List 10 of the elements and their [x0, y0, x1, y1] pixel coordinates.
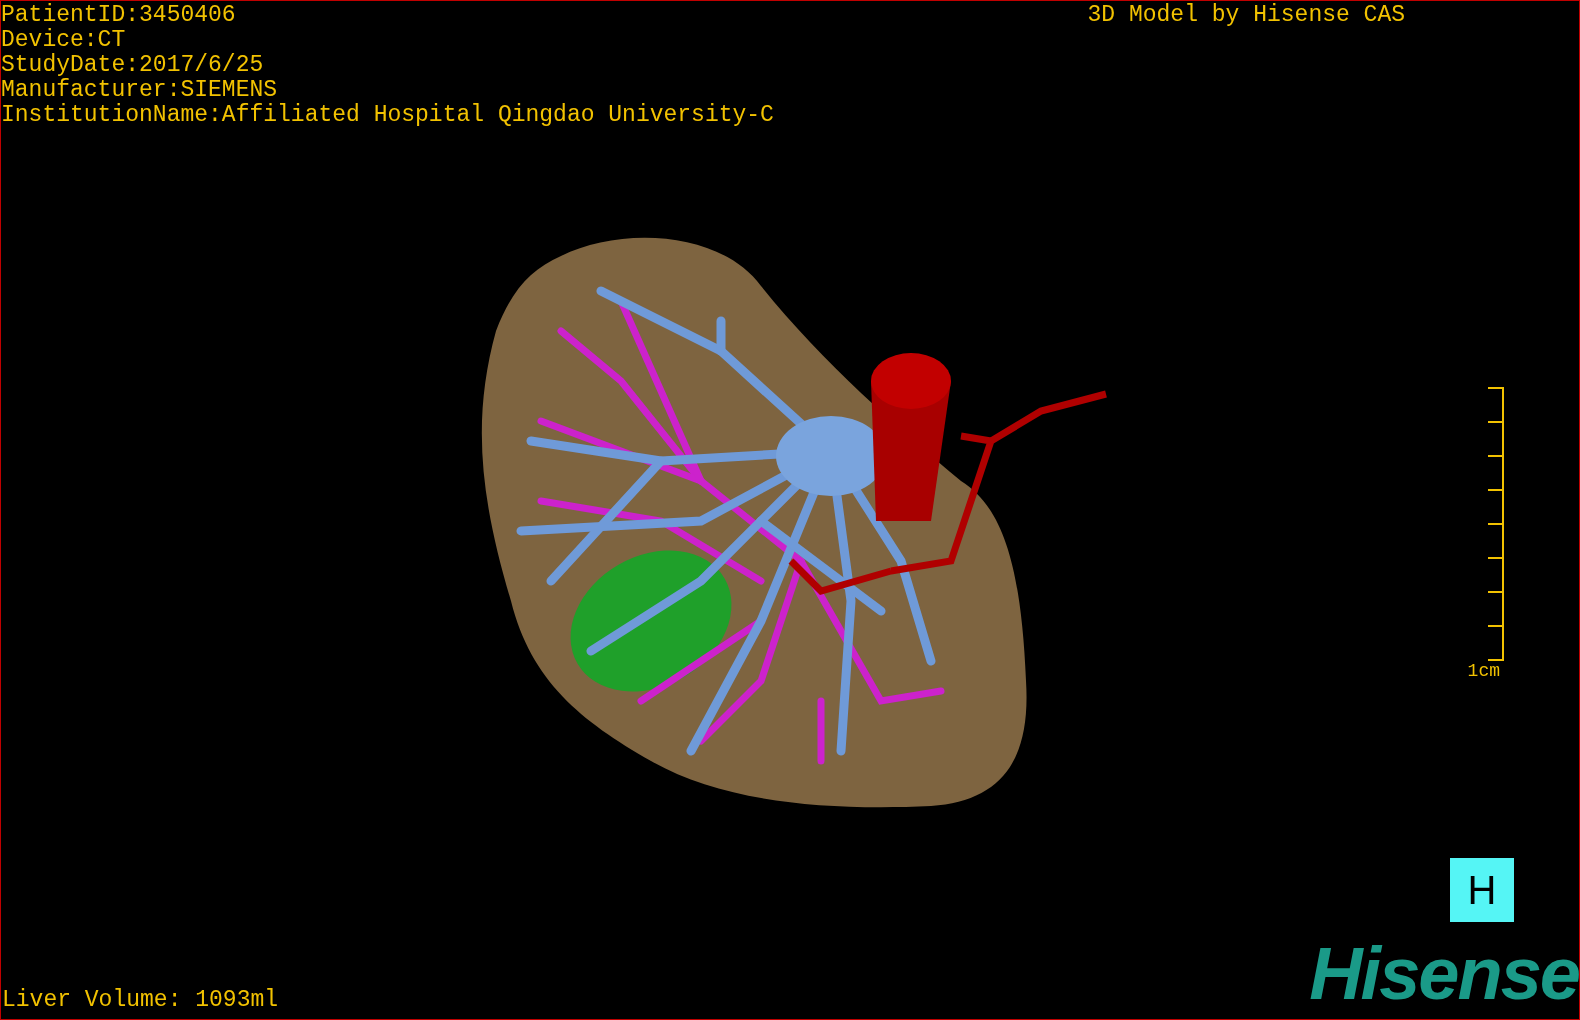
info-line: StudyDate:2017/6/25: [1, 53, 265, 78]
viewer-title: 3D Model by Hisense CAS: [1087, 3, 1405, 30]
brand-logo: Hisense: [1309, 937, 1579, 1011]
info-line: Manufacturer:SIEMENS: [1, 78, 279, 103]
info-line: Device:CT: [1, 28, 127, 53]
scale-label: 1cm: [1467, 661, 1500, 681]
view-orientation-button[interactable]: H: [1450, 858, 1514, 922]
info-line: PatientID:3450406: [1, 3, 237, 28]
info-line: InstitutionName:Affiliated Hospital Qingdao University-C: [1, 103, 774, 128]
liver-volume-text: Liver Volume: 1093ml: [2, 987, 279, 1013]
